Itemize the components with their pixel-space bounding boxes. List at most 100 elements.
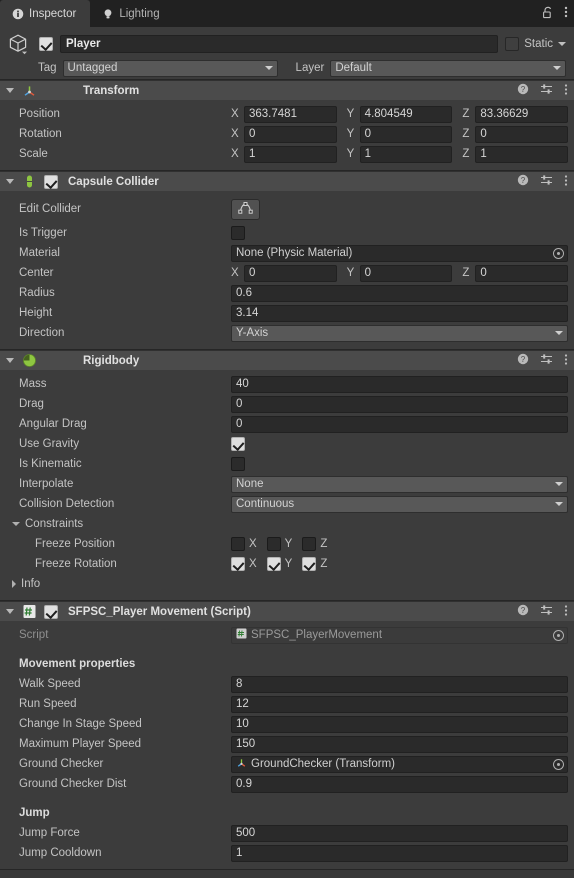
chevron-down-icon[interactable] bbox=[558, 42, 566, 46]
mass-input[interactable]: 40 bbox=[231, 375, 568, 393]
tag-dropdown[interactable]: Untagged bbox=[62, 59, 278, 77]
is-trigger-checkbox[interactable] bbox=[231, 226, 245, 240]
kebab-menu-icon[interactable] bbox=[564, 353, 568, 369]
freeze-position-x-checkbox[interactable] bbox=[231, 537, 245, 551]
freeze-rotation-y-checkbox[interactable] bbox=[266, 557, 281, 571]
tab-lighting[interactable]: Lighting bbox=[90, 0, 173, 27]
scale-z-input[interactable]: 1 bbox=[475, 145, 569, 163]
freeze-rotation-z-checkbox[interactable] bbox=[302, 557, 317, 571]
kebab-menu-icon[interactable] bbox=[564, 604, 568, 620]
ground-checker-object-field[interactable]: GroundChecker (Transform) bbox=[231, 755, 568, 773]
component-enabled-checkbox[interactable] bbox=[44, 604, 58, 619]
foldout-arrow-icon[interactable] bbox=[6, 609, 14, 614]
center-y-input[interactable]: 0 bbox=[359, 264, 453, 282]
axis-label-z: Z bbox=[462, 128, 470, 140]
change-in-stage-speed-input[interactable]: 10 bbox=[231, 715, 568, 733]
kebab-menu-icon[interactable] bbox=[564, 83, 568, 99]
rotation-x-input[interactable]: 0 bbox=[244, 125, 337, 143]
freeze-rotation-z[interactable]: Z bbox=[302, 557, 327, 571]
freeze-rotation-x-checkbox[interactable] bbox=[231, 557, 245, 571]
rotation-y-input[interactable]: 0 bbox=[359, 125, 453, 143]
object-picker-icon[interactable] bbox=[553, 759, 564, 770]
center-z-input[interactable]: 0 bbox=[475, 264, 569, 282]
maximum-player-speed-input[interactable]: 150 bbox=[231, 735, 568, 753]
axis-label-z: Z bbox=[462, 267, 470, 279]
ground-checker-dist-input[interactable]: 0.9 bbox=[231, 775, 568, 793]
freeze-position-y[interactable]: Y bbox=[266, 537, 293, 551]
freeze-position-z-checkbox[interactable] bbox=[302, 537, 317, 551]
object-picker-icon[interactable] bbox=[553, 248, 564, 259]
axis-label-y: Y bbox=[346, 128, 355, 140]
component-header-player-movement-script[interactable]: SFPSC_Player Movement (Script) ? bbox=[0, 601, 574, 621]
edit-collider-button[interactable] bbox=[231, 198, 260, 220]
kebab-menu-icon[interactable] bbox=[564, 5, 568, 22]
foldout-arrow-icon[interactable] bbox=[6, 358, 14, 363]
radius-input[interactable]: 0.6 bbox=[231, 284, 568, 302]
layer-dropdown[interactable]: Default bbox=[330, 59, 566, 77]
is-kinematic-checkbox[interactable] bbox=[231, 457, 245, 471]
position-y-input[interactable]: 4.804549 bbox=[359, 105, 453, 123]
freeze-position-y-checkbox[interactable] bbox=[266, 537, 281, 551]
row-label: Radius bbox=[19, 287, 55, 299]
row-constraints-foldout[interactable]: Constraints bbox=[6, 514, 568, 534]
foldout-arrow-icon[interactable] bbox=[12, 522, 20, 526]
foldout-arrow-icon[interactable] bbox=[12, 580, 16, 588]
preset-sliders-icon[interactable] bbox=[540, 174, 553, 189]
tag-label: Tag bbox=[38, 62, 57, 74]
tab-inspector[interactable]: Inspector bbox=[0, 0, 91, 27]
lock-open-icon[interactable] bbox=[542, 6, 554, 22]
material-object-field[interactable]: None (Physic Material) bbox=[231, 244, 568, 262]
row-rotation: Rotation X 0 Y 0 Z 0 bbox=[6, 124, 569, 144]
freeze-position-z[interactable]: Z bbox=[302, 537, 327, 551]
preset-sliders-icon[interactable] bbox=[540, 353, 553, 368]
jump-cooldown-input[interactable]: 1 bbox=[231, 844, 568, 862]
layer-value: Default bbox=[335, 62, 372, 74]
interpolate-dropdown[interactable]: None bbox=[231, 475, 568, 493]
section-heading: Movement properties bbox=[19, 658, 136, 670]
component-header-capsule-collider[interactable]: Capsule Collider ? bbox=[0, 171, 574, 191]
freeze-rotation-y[interactable]: Y bbox=[266, 557, 292, 571]
interpolate-value: None bbox=[236, 478, 264, 490]
center-x-input[interactable]: 0 bbox=[244, 264, 337, 282]
gameobject-name-input[interactable]: Player bbox=[60, 35, 499, 53]
freeze-rotation-x[interactable]: X bbox=[231, 557, 257, 571]
walk-speed-input[interactable]: 8 bbox=[231, 675, 568, 693]
freeze-position-x[interactable]: X bbox=[231, 537, 257, 551]
direction-dropdown[interactable]: Y-Axis bbox=[231, 324, 568, 342]
row-angular-drag: Angular Drag 0 bbox=[6, 414, 568, 434]
position-z-input[interactable]: 83.36629 bbox=[475, 105, 569, 123]
jump-force-input[interactable]: 500 bbox=[231, 824, 568, 842]
component-enabled-checkbox[interactable] bbox=[44, 174, 58, 189]
rotation-z-input[interactable]: 0 bbox=[475, 125, 569, 143]
help-icon[interactable]: ? bbox=[517, 83, 529, 98]
static-checkbox[interactable] bbox=[505, 37, 520, 51]
angular-drag-input[interactable]: 0 bbox=[231, 415, 568, 433]
component-header-rigidbody[interactable]: Rigidbody ? bbox=[0, 350, 574, 370]
row-label: Ground Checker Dist bbox=[19, 778, 127, 790]
row-label: Collision Detection bbox=[19, 498, 115, 510]
help-icon[interactable]: ? bbox=[517, 604, 529, 619]
scale-y-input[interactable]: 1 bbox=[359, 145, 453, 163]
kebab-menu-icon[interactable] bbox=[564, 174, 568, 190]
axis-label-y: Y bbox=[346, 267, 355, 279]
height-input[interactable]: 3.14 bbox=[231, 304, 568, 322]
foldout-arrow-icon[interactable] bbox=[6, 179, 14, 184]
position-x-input[interactable]: 363.7481 bbox=[244, 105, 337, 123]
preset-sliders-icon[interactable] bbox=[540, 83, 553, 98]
run-speed-input[interactable]: 12 bbox=[231, 695, 568, 713]
use-gravity-checkbox[interactable] bbox=[231, 437, 245, 451]
axis-label-y: Y bbox=[284, 538, 293, 550]
collision-detection-dropdown[interactable]: Continuous bbox=[231, 495, 568, 513]
preset-sliders-icon[interactable] bbox=[540, 604, 553, 619]
component-title: Transform bbox=[83, 84, 140, 97]
row-jump-cooldown: Jump Cooldown 1 bbox=[6, 843, 568, 863]
drag-input[interactable]: 0 bbox=[231, 395, 568, 413]
component-header-transform[interactable]: Transform ? bbox=[0, 80, 574, 100]
svg-text:?: ? bbox=[521, 85, 526, 94]
gameobject-enabled-checkbox[interactable] bbox=[39, 37, 53, 51]
foldout-arrow-icon[interactable] bbox=[6, 88, 14, 93]
help-icon[interactable]: ? bbox=[517, 353, 529, 368]
scale-x-input[interactable]: 1 bbox=[244, 145, 337, 163]
row-info-foldout[interactable]: Info bbox=[6, 574, 568, 594]
help-icon[interactable]: ? bbox=[517, 174, 529, 189]
